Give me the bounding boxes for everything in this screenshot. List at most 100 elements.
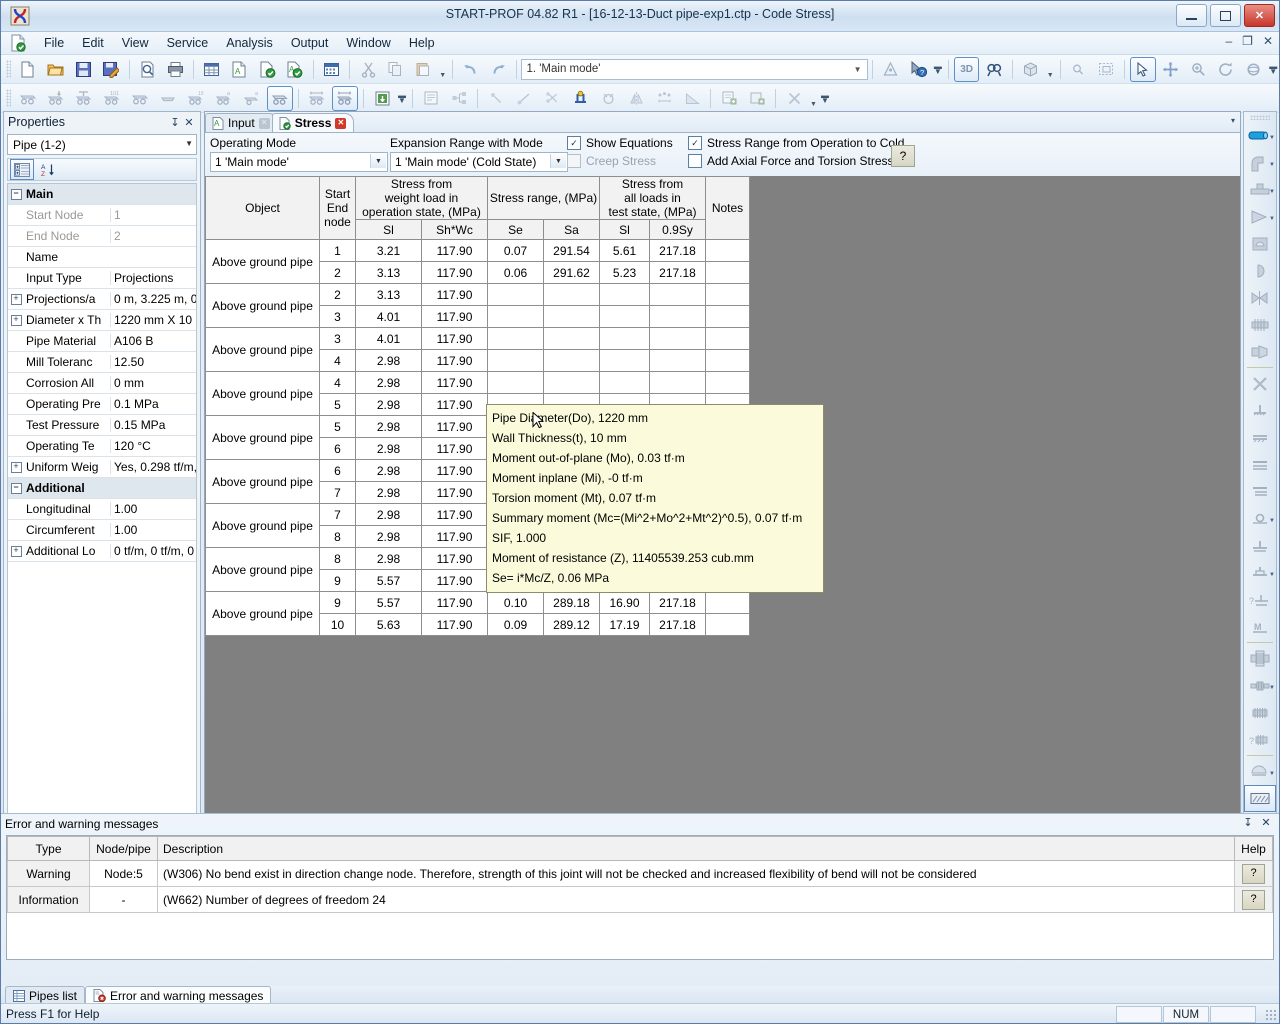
- mdi-close-button[interactable]: ✕: [1263, 34, 1273, 48]
- bottom-tab-error-messages[interactable]: Error and warning messages: [85, 986, 272, 1004]
- cell-notes[interactable]: [705, 283, 750, 306]
- tab-input-close-icon[interactable]: ✕: [258, 117, 270, 129]
- cell-sl-weight[interactable]: 2.98: [355, 525, 422, 548]
- pipe-node-icon[interactable]: 101: [99, 86, 125, 111]
- chevron-down-icon[interactable]: ▼: [550, 154, 566, 168]
- table-row[interactable]: Above ground pipe 4 2.98 117.90: [205, 371, 750, 416]
- menu-edit[interactable]: Edit: [73, 34, 113, 52]
- cell-09sy[interactable]: 217.18: [649, 591, 706, 614]
- error-help-button[interactable]: ?: [1242, 889, 1265, 910]
- property-value[interactable]: 1: [110, 208, 196, 222]
- cell-09sy[interactable]: [649, 305, 706, 328]
- mode-combo[interactable]: 1. 'Main mode' ▼: [521, 58, 868, 80]
- cell-se[interactable]: 0.10: [487, 591, 544, 614]
- checkbox-stress-range-op-to-cold[interactable]: ✓ Stress Range from Operation to Cold: [688, 136, 904, 150]
- property-value[interactable]: 1.00: [110, 523, 196, 537]
- cell-shwc[interactable]: 117.90: [421, 371, 488, 394]
- cell-sa[interactable]: 289.18: [543, 591, 600, 614]
- export-result-icon[interactable]: [369, 86, 395, 111]
- cell-sa[interactable]: [543, 349, 600, 372]
- properties-group-additional[interactable]: − Additional: [8, 478, 196, 499]
- toolbar-overflow-button-2[interactable]: ▬ ▼: [1267, 57, 1279, 81]
- zoom-icon[interactable]: [1185, 57, 1211, 82]
- cell-sl-test[interactable]: 5.61: [599, 239, 650, 262]
- cell-shwc[interactable]: 117.90: [421, 239, 488, 262]
- cell-object[interactable]: Above ground pipe: [205, 371, 320, 416]
- chevron-down-icon[interactable]: ▼: [1269, 135, 1275, 141]
- cell-sl-weight[interactable]: 2.98: [355, 393, 422, 416]
- property-value[interactable]: 0 m, 3.225 m, 0 n: [110, 292, 196, 306]
- cell-sl-weight[interactable]: 5.63: [355, 613, 422, 636]
- cell-sl-test[interactable]: 16.90: [599, 591, 650, 614]
- chevron-down-icon[interactable]: ▼: [851, 63, 865, 76]
- pipe-alt-icon[interactable]: [127, 86, 153, 111]
- cell-se[interactable]: [487, 305, 544, 328]
- cell-se[interactable]: 0.06: [487, 261, 544, 284]
- cell-sa[interactable]: [543, 371, 600, 394]
- cell-notes[interactable]: [705, 305, 750, 328]
- help-pointer-icon[interactable]: ?: [905, 57, 931, 82]
- export-pdf-icon[interactable]: A: [227, 57, 253, 82]
- delete-dropdown-arrow-icon[interactable]: ▼: [808, 85, 819, 112]
- cell-node[interactable]: 3: [319, 327, 356, 350]
- calendar-icon[interactable]: [319, 57, 345, 82]
- mass-point-icon[interactable]: M: [1244, 613, 1276, 640]
- cell-shwc[interactable]: 117.90: [421, 613, 488, 636]
- paste-object-icon[interactable]: [744, 86, 770, 111]
- paste-dropdown-arrow-icon[interactable]: ▼: [437, 56, 448, 83]
- property-row[interactable]: Mill Toleranc 12.50: [8, 352, 196, 373]
- bend-tool-icon[interactable]: ▼: [1244, 149, 1276, 176]
- cell-sl-weight[interactable]: 2.98: [355, 349, 422, 372]
- cell-09sy[interactable]: 217.18: [649, 239, 706, 262]
- check-document-icon[interactable]: [254, 57, 280, 82]
- menu-analysis[interactable]: Analysis: [217, 34, 282, 52]
- cell-node[interactable]: 1: [319, 239, 356, 262]
- pipe-length2-icon[interactable]: [332, 85, 358, 111]
- error-help-button[interactable]: ?: [1242, 863, 1265, 884]
- error-cell-help[interactable]: ?: [1234, 860, 1273, 887]
- pipe-tool-icon[interactable]: ▼: [1244, 122, 1276, 149]
- row-expander-icon[interactable]: +: [8, 314, 24, 326]
- tab-stress-close-icon[interactable]: ✕: [335, 117, 347, 129]
- cell-node[interactable]: 9: [319, 569, 356, 592]
- chevron-down-icon[interactable]: ▼: [185, 139, 193, 148]
- run-check-icon[interactable]: A: [282, 57, 308, 82]
- property-value[interactable]: 120 °C: [110, 439, 196, 453]
- guide-support2-icon[interactable]: [1244, 478, 1276, 505]
- minimize-button[interactable]: [1176, 4, 1207, 27]
- property-row[interactable]: Name: [8, 247, 196, 268]
- cell-09sy[interactable]: 217.18: [649, 261, 706, 284]
- chevron-down-icon[interactable]: ▼: [1269, 685, 1275, 691]
- cell-notes[interactable]: [705, 371, 750, 394]
- maximize-button[interactable]: [1210, 4, 1241, 27]
- corrugated-icon[interactable]: [1244, 699, 1276, 726]
- cell-object[interactable]: Above ground pipe: [205, 283, 320, 328]
- pin-icon[interactable]: ↧: [168, 116, 182, 129]
- property-value[interactable]: Yes, 0.298 tf/m, 0: [110, 460, 196, 474]
- cell-sl-test[interactable]: [599, 349, 650, 372]
- row-expander-icon[interactable]: +: [8, 545, 24, 557]
- cell-object[interactable]: Above ground pipe: [205, 503, 320, 548]
- menu-window[interactable]: Window: [337, 34, 399, 52]
- properties-group-main[interactable]: − Main: [8, 184, 196, 205]
- properties-object-selector[interactable]: Pipe (1-2) ▼: [7, 134, 197, 155]
- table-row[interactable]: Above ground pipe 9 5.57 117.90 0.10 289.18 16…: [205, 591, 750, 636]
- valve-circle-icon[interactable]: [595, 86, 621, 111]
- menu-view[interactable]: View: [113, 34, 158, 52]
- checkbox-creep-stress[interactable]: Creep Stress: [567, 154, 656, 168]
- expansion-joint-icon[interactable]: ▼: [1244, 672, 1276, 699]
- property-row[interactable]: +Projections/a 0 m, 3.225 m, 0 n: [8, 289, 196, 310]
- zoom-fit-icon[interactable]: [1093, 57, 1119, 82]
- property-value[interactable]: Projections: [110, 271, 196, 285]
- error-cell-help[interactable]: ?: [1234, 886, 1273, 913]
- error-row[interactable]: Information - (W662) Number of degrees of …: [7, 886, 1273, 913]
- 3d-view-icon[interactable]: 3D: [953, 56, 980, 82]
- shape-dropdown-arrow-icon[interactable]: ▼: [1045, 56, 1056, 83]
- cell-sl-test[interactable]: [599, 371, 650, 394]
- flange-tool-icon[interactable]: [1244, 645, 1276, 672]
- valve-tool-icon[interactable]: [1244, 284, 1276, 311]
- cell-shwc[interactable]: 117.90: [421, 481, 488, 504]
- cell-shwc[interactable]: 117.90: [421, 415, 488, 438]
- property-value[interactable]: 0 tf/m, 0 tf/m, 0: [110, 544, 196, 558]
- property-row[interactable]: Operating Te 120 °C: [8, 436, 196, 457]
